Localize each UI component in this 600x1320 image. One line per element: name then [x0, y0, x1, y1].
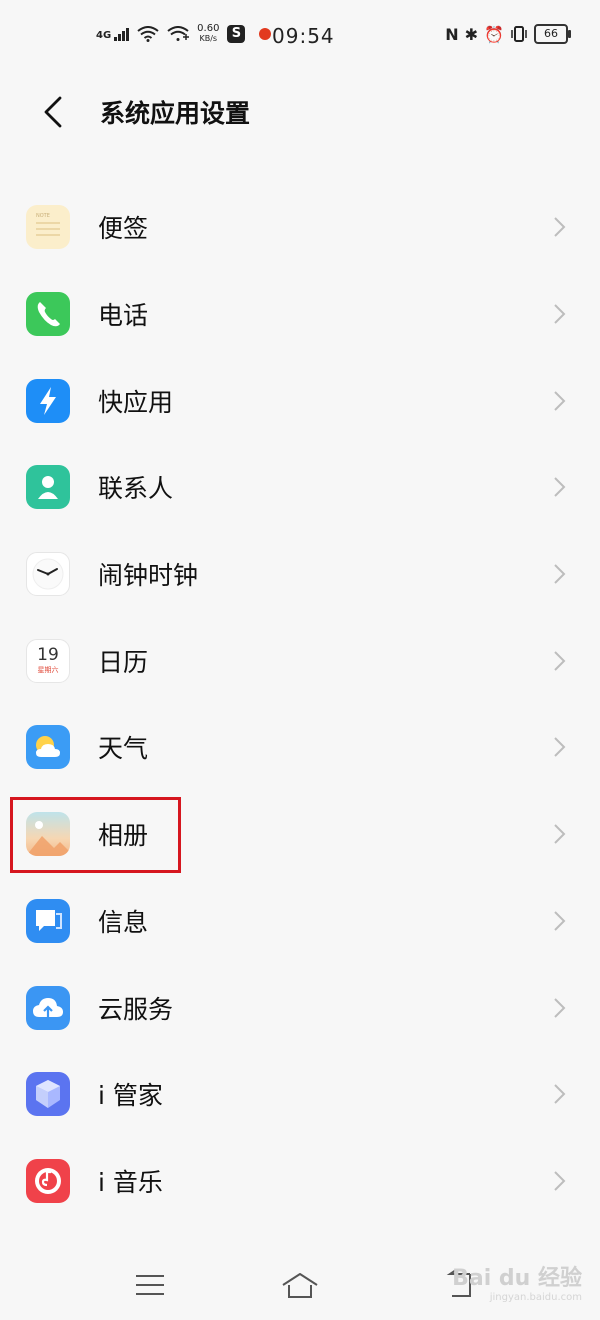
list-item-label: 天气: [98, 734, 149, 764]
chevron-right-icon: [554, 477, 566, 498]
chevron-right-icon: [554, 824, 566, 844]
battery-icon: 66: [534, 24, 571, 44]
chevron-right-icon: [554, 1171, 566, 1191]
chevron-right-icon: [554, 651, 566, 671]
list-item-label: 电话: [98, 301, 149, 331]
list-item-label: i 音乐: [98, 1167, 163, 1197]
menu-icon[interactable]: [130, 1268, 170, 1302]
svg-text:NOTE: NOTE: [36, 213, 50, 219]
watermark: Bai du 经验 jingyan.baidu.com: [452, 1266, 582, 1303]
list-item-calendar[interactable]: 19 星期六 日历: [0, 617, 600, 704]
list-item-phone[interactable]: 电话: [0, 271, 600, 358]
header: 系统应用设置: [0, 80, 600, 144]
page-title: 系统应用设置: [100, 99, 251, 128]
list-item-label: 信息: [98, 907, 149, 937]
clock-icon: [26, 552, 70, 597]
status-left: 4G 0.60 KB/s S: [96, 23, 272, 44]
list-item-label: i 管家: [98, 1081, 163, 1111]
weather-icon: [26, 725, 70, 770]
app-settings-list: NOTE 便签 电话 快应用 联系人 闹钟时钟 19 星期六 日历 天气 相册 …: [0, 184, 600, 1224]
list-item-label: 联系人: [98, 474, 174, 504]
list-item-label: 快应用: [98, 387, 174, 417]
chevron-right-icon: [554, 391, 566, 411]
notes-icon: NOTE: [26, 205, 70, 250]
list-item-label: 云服务: [98, 994, 174, 1024]
chevron-right-icon: [554, 217, 566, 238]
highlight-box: [10, 797, 181, 873]
list-item-label: 闹钟时钟: [98, 561, 199, 591]
list-item-messages[interactable]: 信息: [0, 878, 600, 965]
vibrate-icon: [511, 26, 527, 42]
wifi-plus-icon: [167, 26, 190, 41]
list-item-i-music[interactable]: i 音乐: [0, 1138, 600, 1225]
chevron-right-icon: [554, 304, 566, 324]
calendar-day: 19: [37, 644, 59, 665]
list-item-clock[interactable]: 闹钟时钟: [0, 531, 600, 618]
app-s-icon: S: [227, 25, 246, 43]
network-type: 4G: [96, 29, 112, 41]
list-item-label: 日历: [98, 647, 149, 677]
list-item-weather[interactable]: 天气: [0, 704, 600, 791]
chevron-right-icon: [554, 911, 566, 931]
chevron-right-icon: [554, 564, 566, 584]
status-time: 09:54: [272, 24, 335, 48]
messages-icon: [26, 898, 70, 943]
wifi-icon: [137, 26, 159, 42]
network-speed: 0.60 KB/s: [197, 23, 220, 44]
chevron-right-icon: [554, 997, 566, 1018]
i-music-icon: [26, 1158, 70, 1203]
navigation-bar: Bai du 经验 jingyan.baidu.com: [0, 1250, 600, 1320]
list-item-i-manager[interactable]: i 管家: [0, 1051, 600, 1138]
quick-app-icon: [26, 378, 70, 423]
list-item-notes[interactable]: NOTE 便签: [0, 184, 600, 271]
nfc-icon: N: [445, 24, 459, 44]
contacts-icon: [26, 465, 70, 510]
list-item-label: 便签: [98, 214, 149, 244]
calendar-icon: 19 星期六: [26, 638, 70, 683]
cloud-icon: [26, 985, 70, 1030]
chevron-right-icon: [554, 1084, 566, 1104]
status-right: N ✱ ⏰ 66: [445, 24, 571, 44]
notification-dot-icon: [259, 28, 272, 40]
bluetooth-icon: ✱: [464, 24, 479, 44]
alarm-icon: ⏰: [484, 24, 504, 44]
list-item-quick-app[interactable]: 快应用: [0, 357, 600, 444]
back-icon[interactable]: [34, 92, 74, 132]
i-manager-icon: [26, 1072, 70, 1117]
list-item-contacts[interactable]: 联系人: [0, 444, 600, 531]
status-bar: 4G 0.60 KB/s S 09:54 N ✱ ⏰ 66: [0, 0, 600, 70]
list-item-cloud-service[interactable]: 云服务: [0, 964, 600, 1051]
calendar-weekday: 星期六: [37, 665, 59, 674]
battery-level: 66: [544, 27, 558, 40]
home-icon[interactable]: [280, 1268, 320, 1302]
chevron-right-icon: [554, 737, 566, 758]
signal-icon: 4G: [96, 27, 130, 41]
phone-icon: [26, 292, 70, 337]
